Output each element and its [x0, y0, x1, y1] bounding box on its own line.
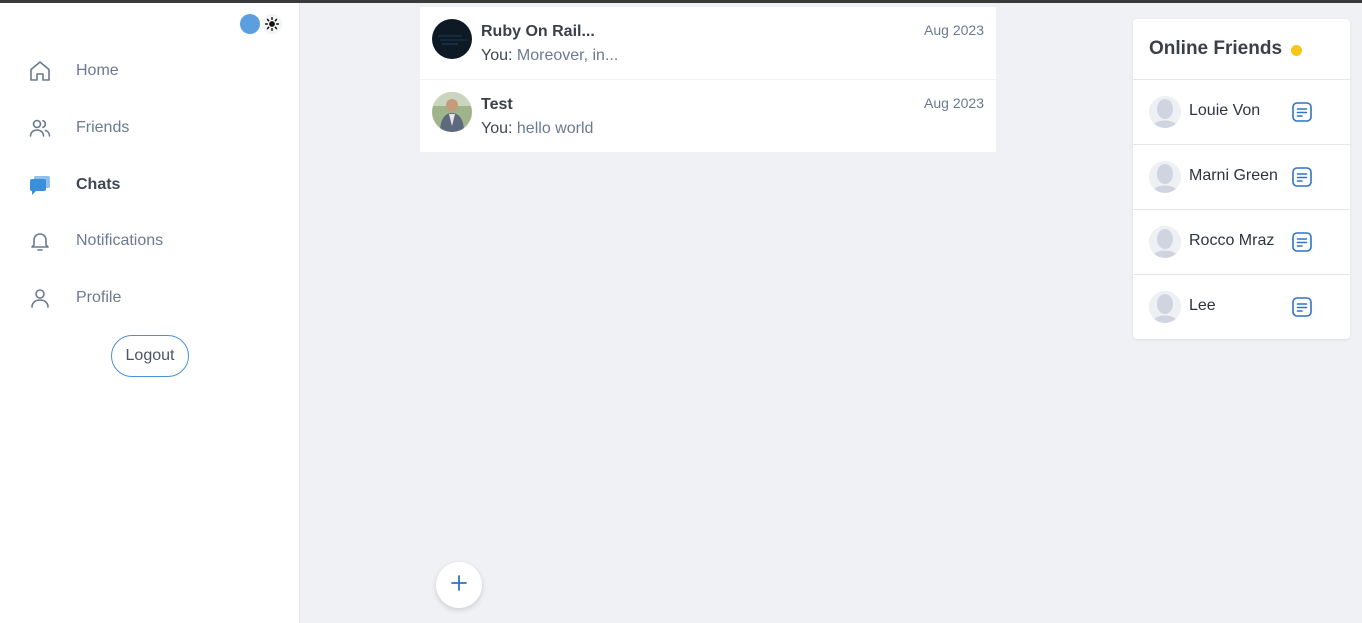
friend-item: Rocco Mraz [1133, 210, 1350, 275]
nav-label-notifications: Notifications [76, 232, 164, 249]
chat-avatar [432, 19, 472, 59]
nav-item-home[interactable]: Home [28, 51, 268, 91]
friend-item: Louie Von [1133, 80, 1350, 145]
nav-label-profile: Profile [76, 289, 122, 306]
theme-toggle[interactable] [240, 14, 284, 34]
users-icon [28, 116, 52, 140]
toggle-knob[interactable] [240, 14, 260, 34]
avatar [1149, 226, 1181, 258]
chat-message: Moreover, in... [516, 47, 619, 64]
chat-name: Test [481, 96, 513, 113]
chat-name: Ruby On Rail... [481, 23, 595, 40]
online-friends-header: Online Friends [1133, 19, 1350, 80]
chat-item[interactable]: Ruby On Rail... Aug 2023 You: Moreover, … [420, 7, 996, 80]
friend-name: Lee [1189, 297, 1216, 314]
chat-preview: You: Moreover, in... [481, 47, 618, 65]
message-icon[interactable] [1291, 296, 1313, 318]
nav-item-profile[interactable]: Profile [28, 278, 268, 318]
friend-name: Louie Von [1189, 102, 1261, 119]
nav-label-friends: Friends [76, 119, 130, 136]
bell-icon [28, 229, 52, 253]
message-icon[interactable] [1291, 166, 1313, 188]
chat-list: Ruby On Rail... Aug 2023 You: Moreover, … [420, 7, 996, 152]
nav-label-home: Home [76, 62, 119, 79]
new-chat-button[interactable] [436, 562, 482, 608]
avatar [1149, 96, 1181, 128]
avatar [1149, 291, 1181, 323]
message-icon[interactable] [1291, 101, 1313, 123]
sidebar: Home Friends Chats Notifications Profile… [0, 3, 300, 623]
nav-item-notifications[interactable]: Notifications [28, 221, 268, 261]
plus-icon [450, 574, 468, 597]
chat-date: Aug 2023 [924, 22, 984, 38]
chat-sender: You: [481, 120, 513, 137]
message-icon[interactable] [1291, 231, 1313, 253]
chat-item[interactable]: Test Aug 2023 You: hello world [420, 80, 996, 152]
online-friends-title: Online Friends [1149, 38, 1283, 59]
friend-item: Marni Green [1133, 145, 1350, 210]
chat-preview: You: hello world [481, 120, 593, 138]
sun-icon[interactable] [262, 14, 282, 34]
chat-sender: You: [481, 47, 513, 64]
chat-date: Aug 2023 [924, 95, 984, 111]
online-friends-panel: Online Friends Louie Von Marni Green Roc… [1133, 19, 1350, 339]
chat-message: hello world [516, 120, 594, 137]
friend-item: Lee [1133, 275, 1350, 340]
user-icon [28, 286, 52, 310]
nav-item-chats[interactable]: Chats [28, 165, 268, 205]
nav-label-chats: Chats [76, 176, 121, 193]
chat-bubbles-icon [28, 173, 52, 197]
logout-button[interactable]: Logout [111, 335, 189, 377]
avatar [1149, 161, 1181, 193]
friend-name: Rocco Mraz [1189, 232, 1275, 249]
online-indicator [1291, 44, 1303, 56]
home-icon [28, 59, 52, 83]
chat-avatar [432, 92, 472, 132]
friend-name: Marni Green [1189, 167, 1278, 184]
nav-item-friends[interactable]: Friends [28, 108, 268, 148]
